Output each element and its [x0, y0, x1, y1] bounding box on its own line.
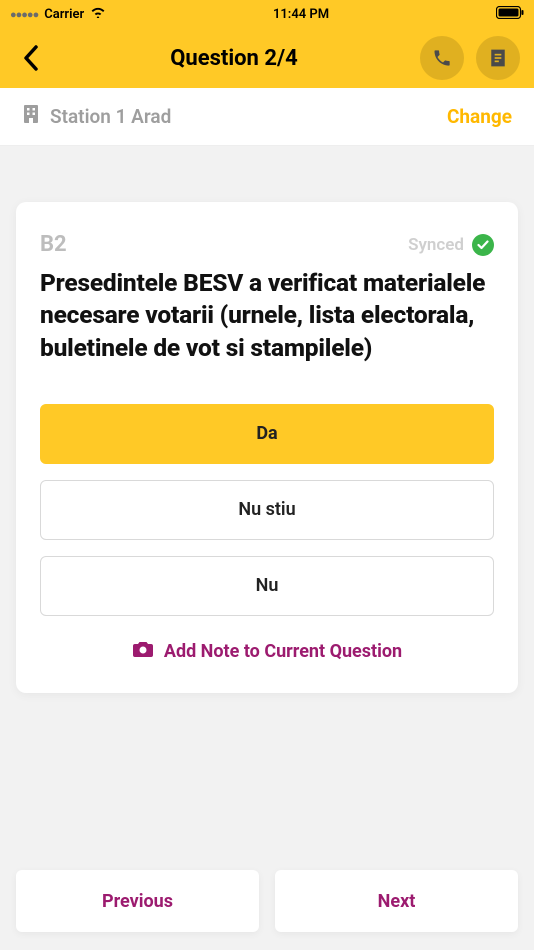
app-header: Question 2/4 [0, 28, 534, 88]
chevron-left-icon [23, 45, 39, 71]
change-station-link[interactable]: Change [447, 105, 512, 128]
previous-label: Previous [102, 891, 173, 912]
option-label: Nu [256, 575, 279, 596]
option-label: Nu stiu [238, 499, 295, 520]
status-bar: ●●●●● Carrier 11:44 PM [0, 0, 534, 28]
question-card: B2 Synced Presedintele BESV a verificat … [16, 202, 518, 693]
next-button[interactable]: Next [275, 870, 518, 932]
station-name: Station 1 Arad [50, 105, 171, 128]
next-label: Next [378, 891, 416, 912]
station-info: Station 1 Arad [22, 104, 171, 129]
option-nu-stiu[interactable]: Nu stiu [40, 480, 494, 540]
header-actions [420, 36, 520, 80]
page-title: Question 2/4 [170, 46, 298, 71]
card-header: B2 Synced [40, 232, 494, 257]
phone-icon [432, 48, 452, 68]
battery-icon [496, 6, 524, 23]
carrier-label: Carrier [44, 7, 84, 22]
sync-label: Synced [408, 235, 464, 255]
status-left: ●●●●● Carrier [10, 6, 106, 22]
document-icon [488, 48, 508, 68]
status-time: 11:44 PM [273, 7, 329, 22]
content-area: B2 Synced Presedintele BESV a verificat … [0, 146, 534, 693]
check-circle-icon [472, 234, 494, 256]
question-text: Presedintele BESV a verificat materialel… [40, 267, 494, 364]
status-right [496, 6, 524, 23]
notes-button[interactable] [476, 36, 520, 80]
question-code: B2 [40, 232, 67, 257]
option-nu[interactable]: Nu [40, 556, 494, 616]
footer-nav: Previous Next [16, 870, 518, 932]
signal-dots-icon: ●●●●● [10, 8, 38, 21]
back-button[interactable] [14, 41, 48, 75]
option-da[interactable]: Da [40, 404, 494, 464]
sync-status: Synced [408, 234, 494, 256]
camera-icon [132, 640, 154, 663]
option-label: Da [256, 423, 277, 444]
building-icon [22, 104, 40, 129]
add-note-label: Add Note to Current Question [164, 641, 402, 662]
wifi-icon [90, 6, 106, 22]
previous-button[interactable]: Previous [16, 870, 259, 932]
add-note-button[interactable]: Add Note to Current Question [40, 640, 494, 663]
station-bar: Station 1 Arad Change [0, 88, 534, 146]
call-button[interactable] [420, 36, 464, 80]
